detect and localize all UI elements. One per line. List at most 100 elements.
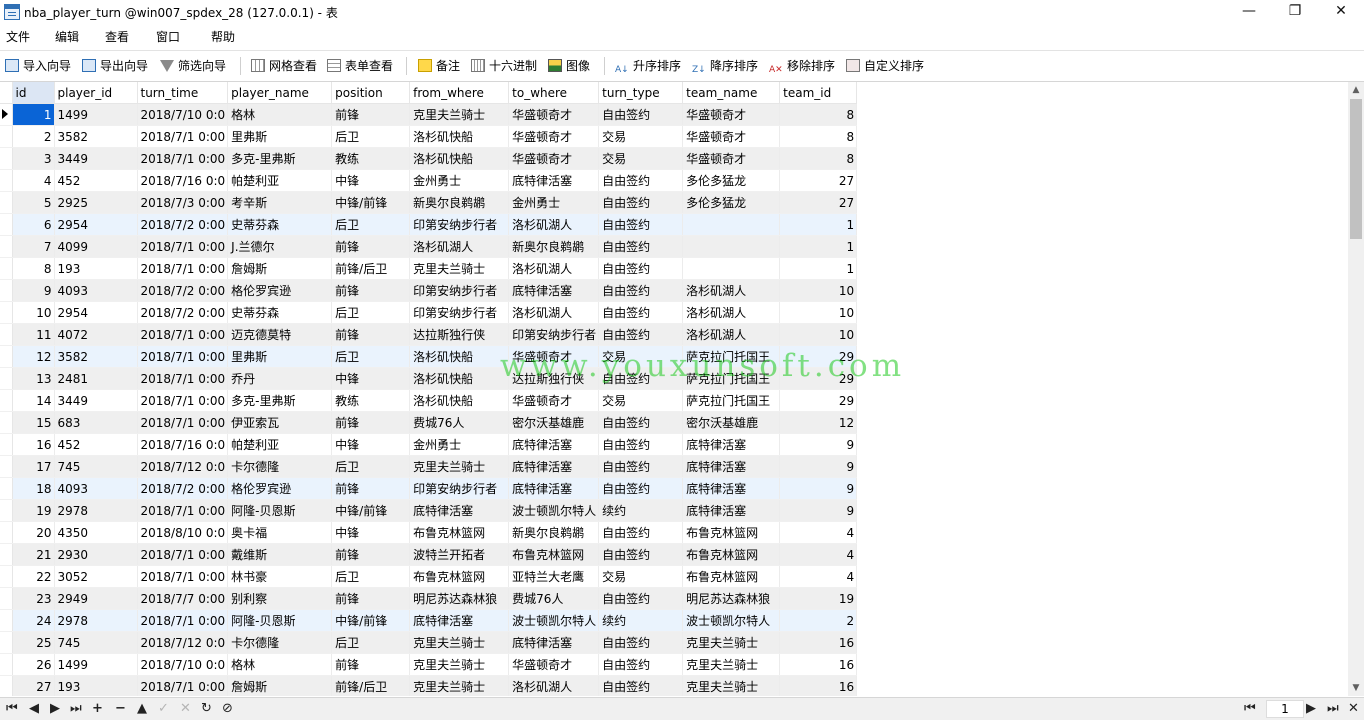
cell-id[interactable]: 14 [12,389,55,412]
cell-player-name[interactable]: 卡尔德隆 [227,455,333,478]
cell-player-id[interactable]: 683 [54,411,138,434]
row-indicator[interactable] [0,631,13,654]
export-wizard-button[interactable]: 导出向导 [82,57,148,75]
delete-record-icon[interactable]: − [115,700,126,718]
cell-team-id[interactable]: 10 [779,323,858,346]
cell-turn-time[interactable]: 2018/7/1 0:00 [137,499,229,522]
cell-player-name[interactable]: 乔丹 [227,367,333,390]
cell-position[interactable]: 中锋 [331,433,411,456]
cell-to-where[interactable]: 华盛顿奇才 [508,103,600,126]
edit-record-icon[interactable]: ▲ [137,700,147,718]
column-header-turn-time[interactable]: turn_time [137,82,229,104]
cell-turn-time[interactable]: 2018/7/2 0:00 [137,477,229,500]
cell-player-id[interactable]: 4350 [54,521,138,544]
cell-from-where[interactable]: 新奥尔良鹈鹕 [409,191,510,214]
row-indicator[interactable] [0,279,13,302]
cell-from-where[interactable]: 克里夫兰骑士 [409,257,510,280]
cell-turn-type[interactable]: 自由签约 [598,675,684,696]
cell-turn-type[interactable]: 自由签约 [598,301,684,324]
row-indicator[interactable] [0,543,13,566]
cell-id[interactable]: 26 [12,653,55,676]
cell-position[interactable]: 中锋 [331,367,411,390]
table-row[interactable]: 20 4350 2018/8/10 0:0 奥卡福 中锋 布鲁克林篮网 新奥尔良鹈鹕 自由签约… [0,521,858,544]
table-row[interactable]: 27 193 2018/7/1 0:00 詹姆斯 前锋/后卫 克里夫兰骑士 洛杉矶湖人 自由签… [0,675,858,696]
cell-player-name[interactable]: 史蒂芬森 [227,213,333,236]
form-view-button[interactable]: 表单查看 [327,57,393,75]
cell-from-where[interactable]: 印第安纳步行者 [409,477,510,500]
cell-player-name[interactable]: 别利察 [227,587,333,610]
cell-id[interactable]: 25 [12,631,55,654]
cell-from-where[interactable]: 印第安纳步行者 [409,213,510,236]
table-row[interactable]: 19 2978 2018/7/1 0:00 阿隆-贝恩斯 中锋/前锋 底特律活塞 波士顿凯尔… [0,499,858,522]
cell-id[interactable]: 1 [12,103,55,126]
cell-position[interactable]: 后卫 [331,301,411,324]
table-row[interactable]: 11 4072 2018/7/1 0:00 迈克德莫特 前锋 达拉斯独行侠 印第安纳步行者自… [0,323,858,346]
menu-view[interactable]: 查看 [105,28,129,45]
table-row[interactable]: 14 3449 2018/7/1 0:00 多克-里弗斯 教练 洛杉矶快船 华盛顿奇才 交易萨… [0,389,858,412]
table-row[interactable]: 15 683 2018/7/1 0:00 伊亚索瓦 前锋 费城76人 密尔沃基雄鹿 自由签约密… [0,411,858,434]
table-row[interactable]: 7 4099 2018/7/1 0:00 J.兰德尔 前锋 洛杉矶湖人 新奥尔良鹈鹕 自由签约… [0,235,858,258]
menu-window[interactable]: 窗口 [156,28,180,45]
table-row[interactable]: 25 745 2018/7/12 0:0 卡尔德隆 后卫 克里夫兰骑士 底特律活塞 自由签约克… [0,631,858,654]
cell-to-where[interactable]: 华盛顿奇才 [508,125,600,148]
cell-id[interactable]: 23 [12,587,55,610]
table-row[interactable]: 16 452 2018/7/16 0:0 帕楚利亚 中锋 金州勇士 底特律活塞 自由签约 底特律… [0,433,858,456]
table-row[interactable]: 1 1499 2018/7/10 0:0 格林 前锋 克里夫兰骑士 华盛顿奇才 自由签约 华盛顿… [0,103,858,126]
cell-turn-type[interactable]: 自由签约 [598,235,684,258]
cell-from-where[interactable]: 底特律活塞 [409,499,510,522]
cell-position[interactable]: 后卫 [331,631,411,654]
cell-position[interactable]: 前锋 [331,411,411,434]
table-row[interactable]: 18 4093 2018/7/2 0:00 格伦罗宾逊 前锋 印第安纳步行者 底特律活塞 自由… [0,477,858,500]
cell-team-id[interactable]: 27 [779,191,858,214]
cell-position[interactable]: 前锋 [331,543,411,566]
row-indicator[interactable] [0,323,13,346]
cell-player-id[interactable]: 4093 [54,279,138,302]
next-page-icon[interactable]: ▶ [1306,700,1316,718]
cell-player-name[interactable]: 林书豪 [227,565,333,588]
cell-turn-time[interactable]: 2018/7/1 0:00 [137,323,229,346]
cell-turn-time[interactable]: 2018/7/1 0:00 [137,675,229,696]
cell-team-name[interactable]: 布鲁克林篮网 [682,521,781,544]
cell-player-id[interactable]: 3582 [54,345,138,368]
table-row[interactable]: 23 2949 2018/7/7 0:00 别利察 前锋 明尼苏达森林狼 费城76人 自由签约… [0,587,858,610]
cell-position[interactable]: 前锋 [331,103,411,126]
last-record-icon[interactable]: ⏭ [70,700,82,718]
image-button[interactable]: 图像 [548,57,590,75]
cell-player-id[interactable]: 2954 [54,213,138,236]
cell-player-id[interactable]: 193 [54,675,138,696]
column-header-position[interactable]: position [331,82,411,104]
cell-player-name[interactable]: 考辛斯 [227,191,333,214]
add-record-icon[interactable]: + [92,700,103,718]
cell-turn-time[interactable]: 2018/7/1 0:00 [137,125,229,148]
cell-player-id[interactable]: 3052 [54,565,138,588]
cell-turn-type[interactable]: 自由签约 [598,279,684,302]
cell-id[interactable]: 10 [12,301,55,324]
cell-to-where[interactable]: 洛杉矶湖人 [508,257,600,280]
cell-player-id[interactable]: 452 [54,433,138,456]
cell-to-where[interactable]: 费城76人 [508,587,600,610]
row-indicator[interactable] [0,147,13,170]
cell-id[interactable]: 3 [12,147,55,170]
cell-team-name[interactable]: 多伦多猛龙 [682,169,781,192]
cell-position[interactable]: 前锋 [331,587,411,610]
cell-id[interactable]: 6 [12,213,55,236]
row-indicator[interactable] [0,499,13,522]
cell-id[interactable]: 18 [12,477,55,500]
cell-from-where[interactable]: 洛杉矶快船 [409,125,510,148]
cell-turn-type[interactable]: 自由签约 [598,323,684,346]
cell-position[interactable]: 前锋 [331,323,411,346]
cell-team-name[interactable]: 密尔沃基雄鹿 [682,411,781,434]
row-indicator[interactable] [0,609,13,632]
memo-button[interactable]: 备注 [418,57,460,75]
column-header-team-name[interactable]: team_name [682,82,781,104]
cell-from-where[interactable]: 洛杉矶快船 [409,389,510,412]
scroll-down-arrow-icon[interactable]: ▼ [1349,680,1363,696]
cell-id[interactable]: 2 [12,125,55,148]
column-header-from-where[interactable]: from_where [409,82,510,104]
cell-team-name[interactable]: 布鲁克林篮网 [682,565,781,588]
hex-button[interactable]: 十六进制 [471,57,537,75]
cell-turn-time[interactable]: 2018/7/1 0:00 [137,257,229,280]
cell-to-where[interactable]: 波士顿凯尔特人 [508,499,600,522]
cell-from-where[interactable]: 波特兰开拓者 [409,543,510,566]
cell-position[interactable]: 前锋/后卫 [331,257,411,280]
